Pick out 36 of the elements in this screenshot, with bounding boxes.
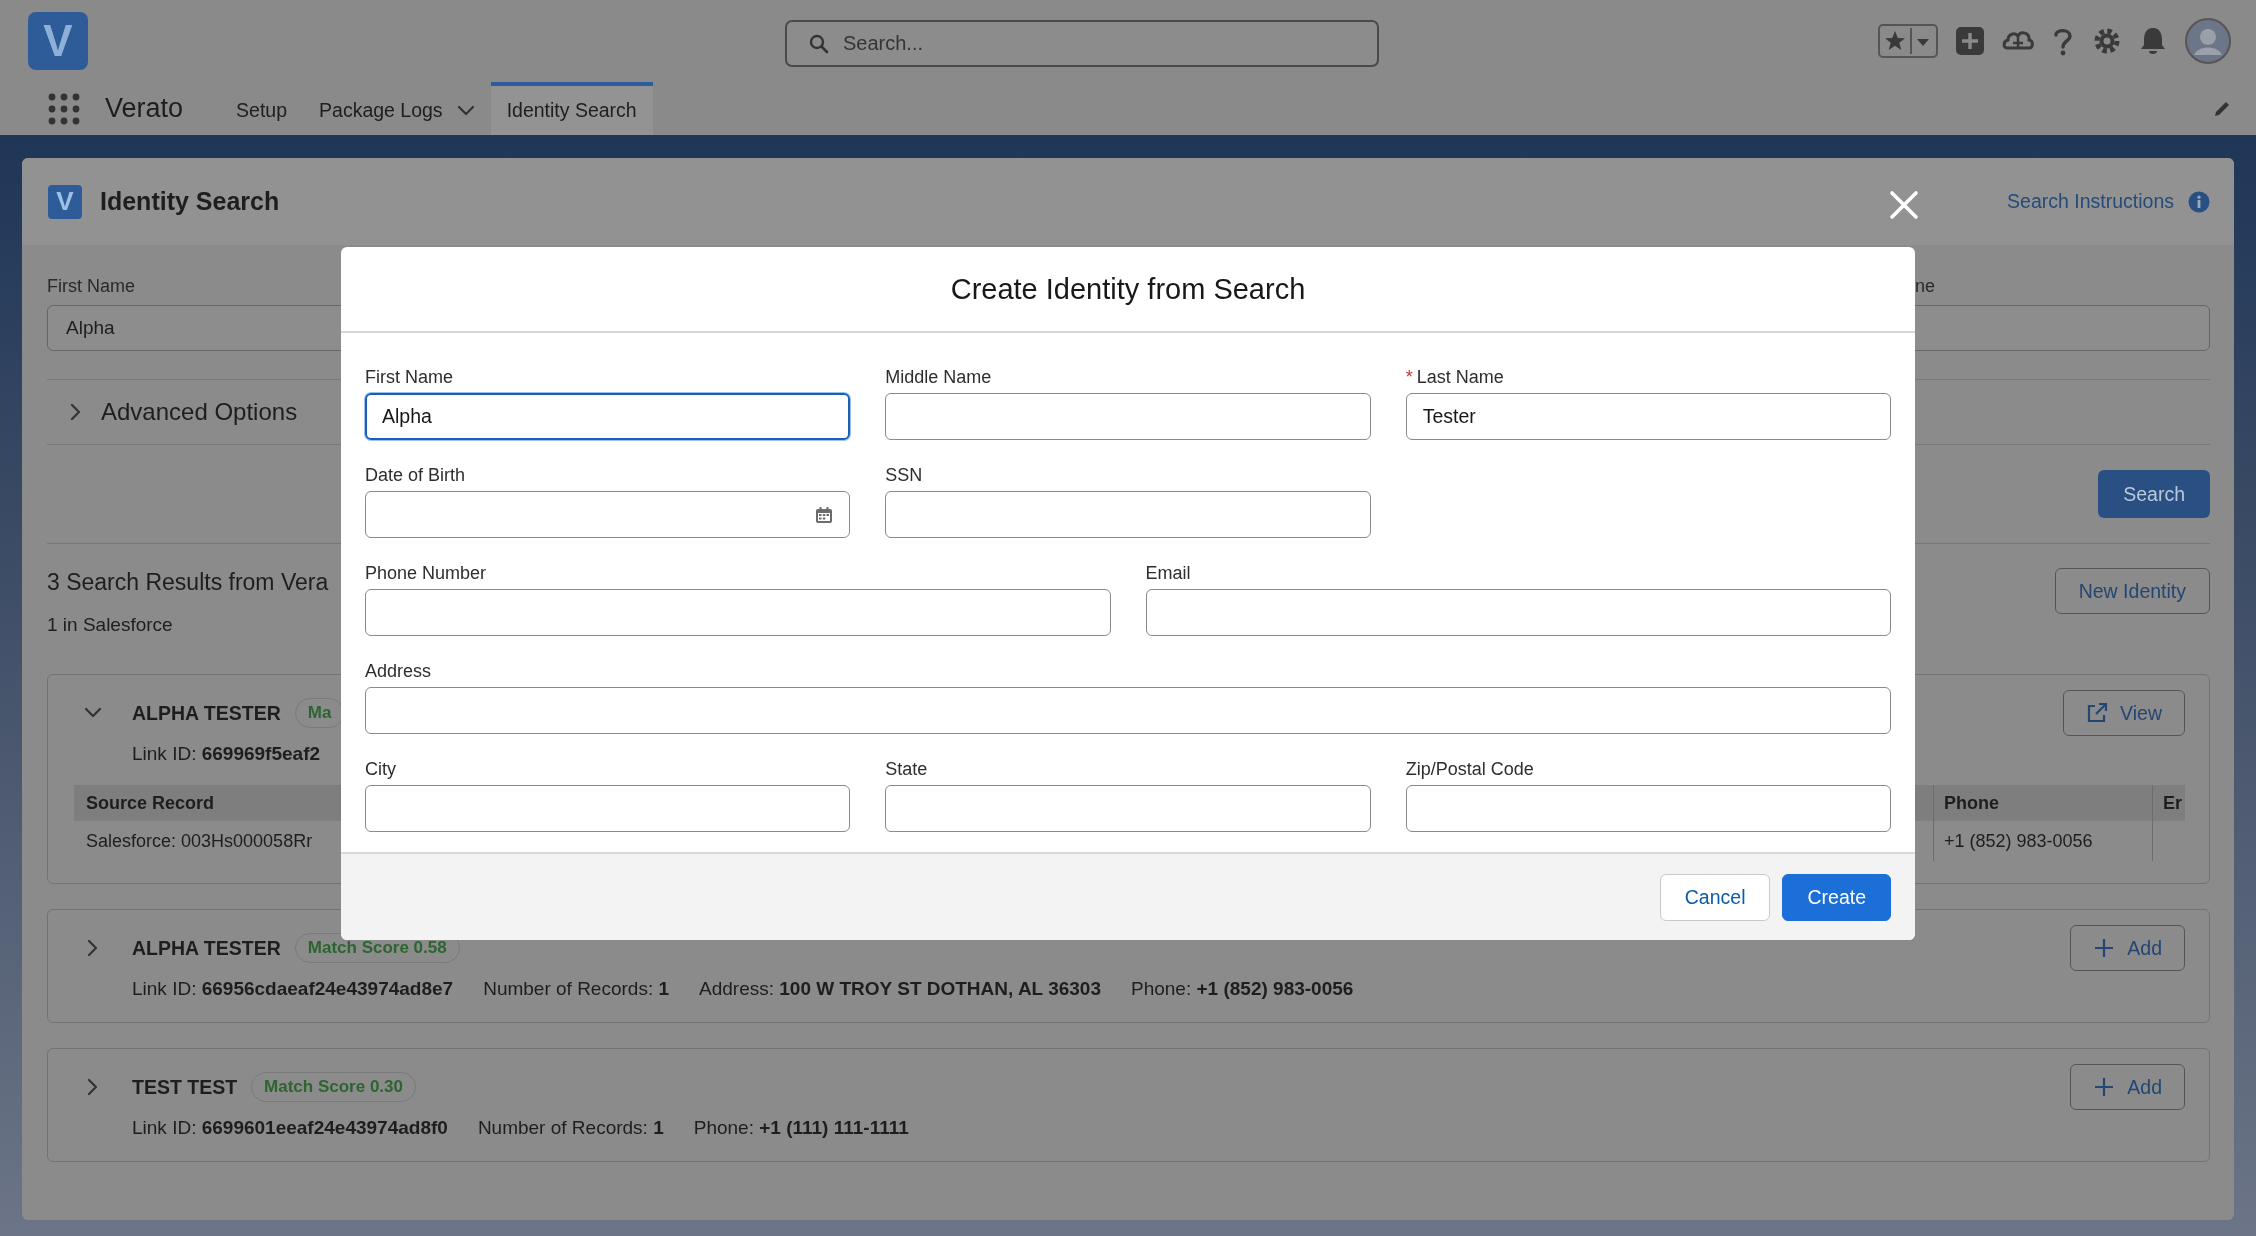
field-label: Last Name	[1416, 366, 1504, 388]
app-name: Verato	[105, 92, 184, 125]
detail-text: Link ID: 6699601eeaf24e43974ad8f0	[132, 1117, 448, 1139]
field-label: State	[885, 758, 928, 780]
table-cell: +1 (852) 983-0056	[1933, 821, 2152, 861]
column-header: Phone	[1933, 785, 2152, 821]
person-name: ALPHA TESTER	[132, 701, 281, 725]
field-label: Middle Name	[885, 366, 992, 388]
app-logo: V	[48, 184, 82, 219]
column-header: Source Record	[85, 792, 215, 814]
person-name: TEST TEST	[132, 1075, 238, 1099]
field-label: ne	[1915, 275, 1937, 297]
table-cell-text: Salesforce: 003Hs000058Rr	[85, 830, 313, 852]
field-label: First Name	[365, 366, 453, 388]
field-label: SSN	[885, 464, 923, 486]
results-subheading: 1 in Salesforce	[47, 614, 174, 636]
dialog-title: Create Identity from Search	[341, 247, 1915, 333]
detail-text: Number of Records: 1	[477, 1117, 664, 1139]
required-mark: *	[1405, 366, 1413, 388]
detail-text: Phone: +1 (111) 111-1111	[693, 1117, 909, 1139]
detail-text: Link ID: 669969f5eaf2	[132, 743, 321, 765]
field-label: Phone Number	[365, 562, 487, 584]
detail-text: Phone: +1 (852) 983-0056	[1131, 978, 1354, 1000]
detail-text: Link ID: 66956cdaeaf24e43974ad8e7	[132, 978, 454, 1000]
detail-text: Address: 100 W TROY ST DOTHAN, AL 36303	[699, 978, 1101, 1000]
field-label: City	[365, 758, 396, 780]
detail-text: Number of Records: 1	[483, 978, 670, 1000]
field-label: Email	[1145, 562, 1191, 584]
field-label: Zip/Postal Code	[1405, 758, 1534, 780]
column-header: Er	[2152, 785, 2185, 821]
field-label: First Name	[47, 275, 136, 297]
field-label: Date of Birth	[365, 464, 466, 486]
results-heading: 3 Search Results from Vera	[47, 569, 330, 596]
person-name: ALPHA TESTER	[132, 936, 281, 960]
field-label: Address	[365, 660, 432, 682]
page-title: Identity Search	[100, 187, 280, 216]
